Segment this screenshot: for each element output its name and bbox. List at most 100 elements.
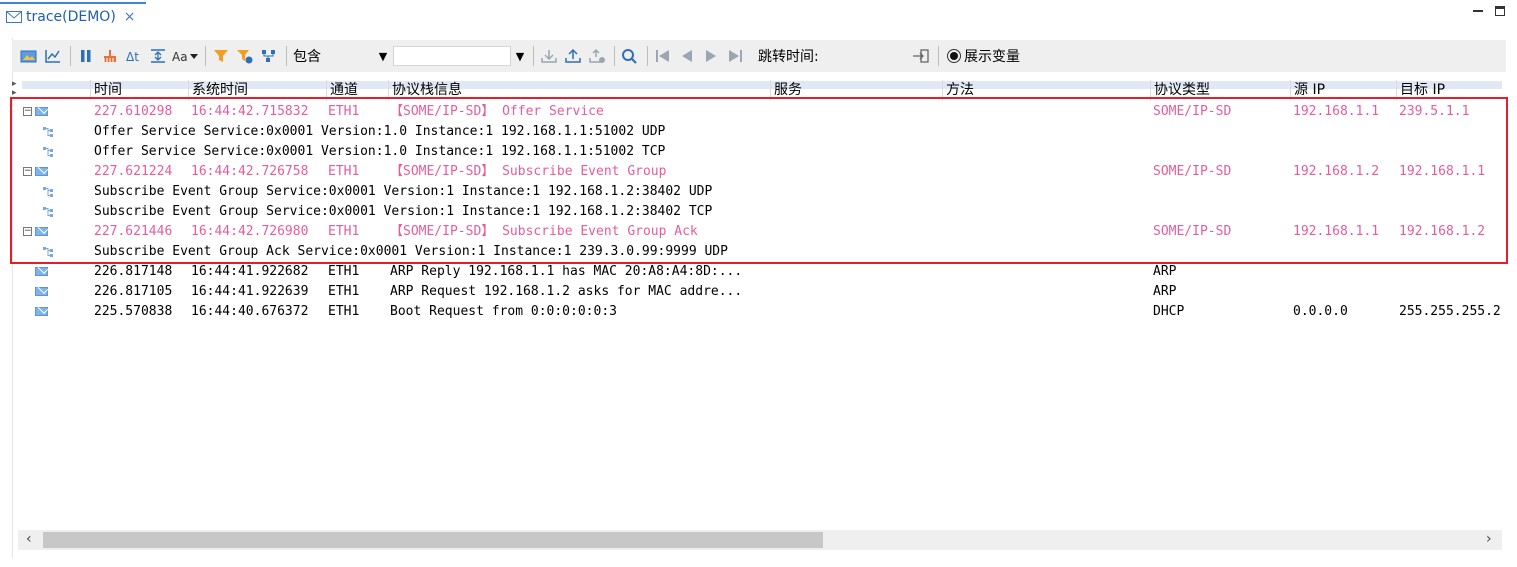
column-header-source-ip[interactable]: 源 IP <box>1290 80 1396 100</box>
filter-text-input[interactable] <box>393 46 511 66</box>
horizontal-scrollbar[interactable]: ‹ › <box>18 530 1502 550</box>
svg-text:Aa: Aa <box>172 50 188 64</box>
cell-protocol-type: SOME/IP-SD <box>1153 104 1232 119</box>
cell-protocol-type: ARP <box>1153 264 1177 279</box>
scrollbar-thumb[interactable] <box>43 532 823 548</box>
table-row[interactable]: 226.817148 16:44:41.922682 ETH1 ARP Reply 1… <box>12 262 1502 282</box>
image-export-icon[interactable] <box>18 45 40 67</box>
tree-node-icon <box>43 127 53 137</box>
toolbar-separator <box>70 46 71 66</box>
table-row[interactable]: − 227.621446 16:44:42.726980 ETH1 【SOME/IP-S… <box>12 222 1502 242</box>
maximize-icon[interactable] <box>1495 6 1505 16</box>
toolbar-separator <box>614 46 615 66</box>
filter-icon[interactable] <box>210 45 232 67</box>
cell-dest-ip: 192.168.1.1 <box>1399 164 1486 179</box>
line-chart-icon[interactable] <box>42 45 64 67</box>
column-header-service[interactable]: 服务 <box>770 80 942 100</box>
network-nodes-icon[interactable] <box>258 45 280 67</box>
cell-source-ip: 192.168.1.1 <box>1293 104 1380 119</box>
cell-channel: ETH1 <box>328 264 360 279</box>
last-page-icon[interactable] <box>724 45 746 67</box>
column-header-method[interactable]: 方法 <box>942 80 1150 100</box>
export-settings-icon[interactable] <box>586 45 608 67</box>
collapse-toggle-icon[interactable]: − <box>23 167 32 176</box>
cell-time: 227.621224 <box>94 164 173 179</box>
toolbar-separator <box>286 46 287 66</box>
minimize-icon[interactable] <box>1473 6 1483 12</box>
table-row-detail[interactable]: Offer Service Service:0x0001 Version:1.0… <box>12 142 1502 162</box>
pause-icon[interactable] <box>75 45 97 67</box>
column-header-protocol-type[interactable]: 协议类型 <box>1150 80 1290 100</box>
tab-title: trace(DEMO) <box>26 9 116 25</box>
jump-go-icon[interactable] <box>910 45 932 67</box>
download-icon[interactable] <box>538 45 560 67</box>
cell-channel: ETH1 <box>328 164 360 179</box>
table-row[interactable]: 225.570838 16:44:40.676372 ETH1 Boot Reques… <box>12 302 1502 322</box>
cell-time: 226.817148 <box>94 264 173 279</box>
chevron-down-icon[interactable]: ▼ <box>375 50 391 63</box>
table-row-detail[interactable]: Subscribe Event Group Service:0x0001 Ver… <box>12 182 1502 202</box>
close-icon[interactable]: × <box>124 9 136 25</box>
expand-all-icon[interactable]: ▸ ▸ <box>12 80 17 98</box>
trace-table-body: − 227.610298 16:44:42.715832 ETH1 【SOME/IP-S… <box>12 102 1502 322</box>
table-row[interactable]: − 227.610298 16:44:42.715832 ETH1 【SOME/IP-S… <box>12 102 1502 122</box>
table-row[interactable]: 226.817105 16:44:41.922639 ETH1 ARP Request… <box>12 282 1502 302</box>
column-header-time[interactable]: 时间 <box>90 80 188 100</box>
filter-text-combo[interactable]: ▼ <box>393 45 529 67</box>
svg-text:Δt: Δt <box>126 50 139 64</box>
clear-broom-icon[interactable] <box>99 45 121 67</box>
column-header-system-time[interactable]: 系统时间 <box>188 80 326 100</box>
cell-protocol-type: DHCP <box>1153 304 1185 319</box>
table-row-detail[interactable]: Subscribe Event Group Ack Service:0x0001… <box>12 242 1502 262</box>
cell-time: 227.621446 <box>94 224 173 239</box>
filter-mode-select[interactable]: 包含 ▼ <box>291 45 391 67</box>
toolbar-separator <box>533 46 534 66</box>
previous-icon[interactable] <box>676 45 698 67</box>
tab-trace-demo[interactable]: trace(DEMO) × <box>0 2 146 30</box>
cell-source-ip: 192.168.1.2 <box>1293 164 1380 179</box>
tree-node-icon <box>43 247 53 257</box>
cell-dest-ip: 192.168.1.2 <box>1399 224 1486 239</box>
table-row-detail[interactable]: Subscribe Event Group Service:0x0001 Ver… <box>12 202 1502 222</box>
chevron-down-icon[interactable]: ▼ <box>511 50 529 63</box>
cell-source-ip: 192.168.1.1 <box>1293 224 1380 239</box>
cell-dest-ip: 255.255.255.2 <box>1399 304 1501 319</box>
trace-envelope-icon <box>6 11 22 23</box>
scroll-left-icon[interactable]: ‹ <box>26 531 32 547</box>
filter-settings-icon[interactable] <box>234 45 256 67</box>
tree-node-icon <box>43 187 53 197</box>
message-envelope-icon <box>35 307 48 316</box>
cell-source-ip: 0.0.0.0 <box>1293 304 1348 319</box>
cell-stack-info: ARP Reply 192.168.1.1 has MAC 20:A8:A4:8… <box>390 264 743 279</box>
editor-tab-bar: trace(DEMO) × <box>0 0 1517 32</box>
cell-detail-info: Offer Service Service:0x0001 Version:1.0… <box>94 124 666 139</box>
collapse-toggle-icon[interactable]: − <box>23 107 32 116</box>
table-row-detail[interactable]: Offer Service Service:0x0001 Version:1.0… <box>12 122 1502 142</box>
show-variables-radio[interactable]: 展示变量 <box>947 46 1020 66</box>
search-icon[interactable] <box>619 45 641 67</box>
column-header-channel[interactable]: 通道 <box>326 80 388 100</box>
cell-detail-info: Subscribe Event Group Service:0x0001 Ver… <box>94 184 713 199</box>
delta-time-icon[interactable]: Δt <box>123 45 145 67</box>
toolbar-separator <box>205 46 206 66</box>
cell-protocol-type: SOME/IP-SD <box>1153 224 1232 239</box>
cell-stack-info: 【SOME/IP-SD】 Subscribe Event Group <box>390 164 667 179</box>
cell-stack-info: 【SOME/IP-SD】 Subscribe Event Group Ack <box>390 224 698 239</box>
cell-system-time: 16:44:42.726980 <box>191 224 309 239</box>
upload-icon[interactable] <box>562 45 584 67</box>
column-header-stack-info[interactable]: 协议栈信息 <box>388 80 770 100</box>
column-header-dest-ip[interactable]: 目标 IP <box>1396 80 1502 100</box>
cell-time: 226.817105 <box>94 284 173 299</box>
table-row[interactable]: − 227.621224 16:44:42.726758 ETH1 【SOME/IP-S… <box>12 162 1502 182</box>
toolbar-separator <box>647 46 648 66</box>
next-icon[interactable] <box>700 45 722 67</box>
message-envelope-icon <box>35 167 48 176</box>
font-size-icon[interactable]: Aa <box>171 45 199 67</box>
trace-toolbar: Δt Aa 包含 ▼ ▼ 跳转时间: 展示变量 <box>12 40 1506 72</box>
auto-scroll-icon[interactable] <box>147 45 169 67</box>
collapse-toggle-icon[interactable]: − <box>23 227 32 236</box>
first-page-icon[interactable] <box>652 45 674 67</box>
cell-time: 227.610298 <box>94 104 173 119</box>
scroll-right-icon[interactable]: › <box>1486 531 1492 547</box>
cell-channel: ETH1 <box>328 104 360 119</box>
